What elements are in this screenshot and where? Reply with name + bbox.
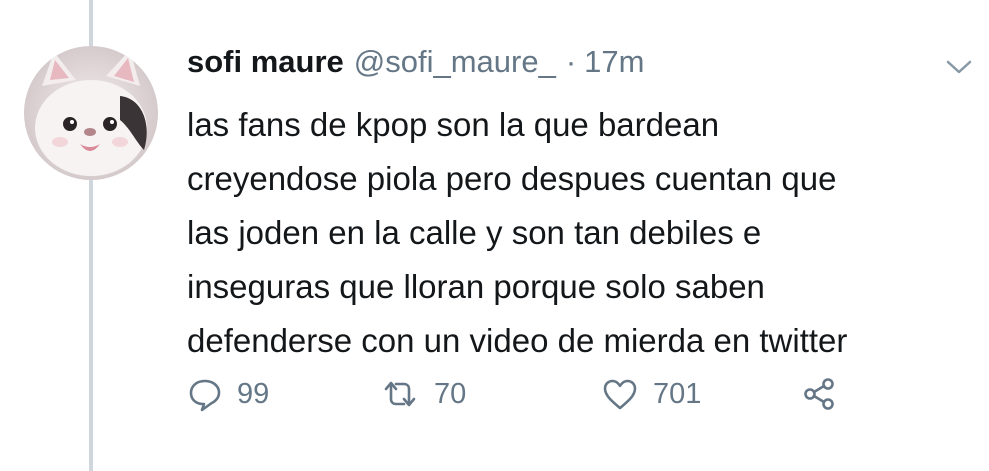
tweet-text: las fans de kpop son la que bardean crey… bbox=[187, 98, 967, 368]
tweet-text-line: inseguras que lloran porque solo saben bbox=[187, 268, 765, 305]
chevron-down-icon bbox=[946, 60, 972, 74]
like-count: 701 bbox=[653, 377, 702, 410]
tweet-text-line: las joden en la calle y son tan debiles … bbox=[187, 214, 762, 251]
share-icon bbox=[804, 378, 834, 410]
tweet-menu-button[interactable] bbox=[942, 56, 976, 78]
avatar[interactable] bbox=[24, 46, 158, 180]
heart-icon bbox=[603, 379, 637, 410]
tweet-text-line: creyendose piola pero despues cuentan qu… bbox=[187, 160, 837, 197]
tweet-actions: 99 70 701 bbox=[187, 370, 887, 418]
reply-icon bbox=[189, 379, 221, 412]
retweet-count: 70 bbox=[434, 377, 467, 410]
tweet-text-line: las fans de kpop son la que bardean bbox=[187, 106, 720, 143]
reply-button[interactable]: 99 bbox=[187, 370, 269, 418]
display-name[interactable]: sofi maure bbox=[187, 44, 344, 80]
share-button[interactable] bbox=[801, 370, 837, 418]
timestamp[interactable]: 17m bbox=[584, 44, 644, 80]
reply-count: 99 bbox=[237, 377, 270, 410]
like-button[interactable]: 701 bbox=[601, 370, 701, 418]
separator-dot: · bbox=[565, 44, 577, 79]
tweet-text-line: defenderse con un video de mierda en twi… bbox=[187, 322, 848, 359]
cat-avatar-icon bbox=[24, 46, 158, 180]
tweet-header: sofi maure @sofi_maure_ · 17m bbox=[187, 44, 644, 90]
user-handle[interactable]: @sofi_maure_ bbox=[354, 44, 556, 80]
retweet-icon bbox=[384, 381, 416, 407]
retweet-button[interactable]: 70 bbox=[380, 370, 466, 418]
tweet: sofi maure @sofi_maure_ · 17m las fans d… bbox=[0, 0, 989, 471]
